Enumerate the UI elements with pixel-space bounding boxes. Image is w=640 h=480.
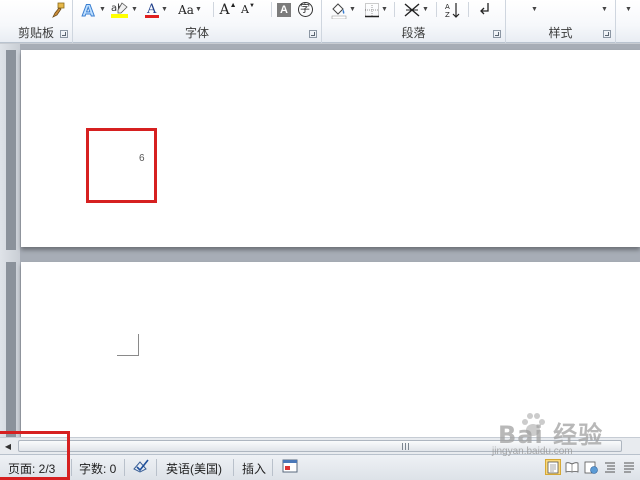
styles-more-dropdown[interactable]: ▼: [598, 0, 610, 19]
styles-group-label: 样式: [548, 26, 573, 40]
styles-dialog-launcher[interactable]: [603, 30, 611, 38]
proofing-status[interactable]: [132, 458, 150, 477]
borders-button[interactable]: ▼: [362, 0, 390, 19]
shrink-font-icon: A: [241, 3, 249, 16]
sort-icon: A Z: [445, 2, 460, 19]
text-effects-button[interactable]: A ▼: [79, 0, 107, 19]
toolbar-separator: [271, 2, 272, 17]
toolbar-separator: [468, 2, 469, 17]
page-number-highlight-box: [86, 128, 157, 203]
ribbon: 剪贴板 A ▼ ab ▼ A ▼ Aa ▼ A ▲ A ▼ A 字 字体 ▼ ▼…: [0, 0, 640, 43]
clear-formatting-icon: A: [277, 2, 291, 17]
chevron-down-icon: ▼: [381, 6, 388, 13]
paragraph-dialog-launcher[interactable]: [493, 30, 501, 38]
macro-record-icon: [282, 459, 298, 473]
page-indicator-highlight-box: [0, 431, 70, 480]
chevron-down-icon: ▼: [531, 6, 538, 13]
highlight-button[interactable]: ab ▼: [109, 0, 139, 19]
editing-dropdown[interactable]: ▼: [622, 0, 634, 19]
shading-icon: [331, 2, 347, 19]
font-group: A ▼ ab ▼ A ▼ Aa ▼ A ▲ A ▼ A 字 字体: [73, 0, 322, 43]
change-case-icon: Aa: [178, 2, 194, 17]
macro-record-button[interactable]: [282, 459, 298, 476]
chevron-down-icon: ▼: [422, 6, 429, 13]
print-layout-icon: [547, 461, 559, 473]
editing-group: ▼: [616, 0, 640, 43]
font-group-label: 字体: [184, 26, 209, 40]
styles-gallery-dropdown[interactable]: ▼: [528, 0, 540, 19]
clipboard-group: 剪贴板: [0, 0, 73, 43]
chevron-down-icon: ▼: [99, 6, 106, 13]
watermark-main-text: Bai 经验: [498, 421, 604, 449]
grip-icon: [402, 443, 410, 450]
clear-formatting-button[interactable]: A: [276, 0, 292, 19]
show-marks-icon: [480, 2, 489, 14]
paragraph-group-label: 段落: [401, 26, 426, 40]
grow-font-icon: A: [219, 1, 230, 18]
document-area[interactable]: 6: [0, 44, 640, 437]
paragraph-group: ▼ ▼ ▼ A Z 段落: [322, 0, 506, 43]
phonetic-guide-button[interactable]: 字: [296, 0, 314, 19]
grow-font-button[interactable]: A ▲: [219, 0, 237, 19]
phonetic-guide-icon: 字: [297, 2, 313, 17]
language-indicator[interactable]: 英语(美国): [166, 460, 222, 477]
toolbar-separator: [436, 2, 437, 17]
chevron-down-icon: ▼: [625, 6, 632, 13]
borders-icon: [365, 2, 380, 17]
shrink-font-button[interactable]: A ▼: [239, 0, 257, 19]
font-color-button[interactable]: A ▼: [143, 0, 169, 19]
highlight-icon: ab: [111, 1, 129, 18]
styles-group: ▼ ▼ 样式: [506, 0, 616, 43]
font-dialog-launcher[interactable]: [309, 30, 317, 38]
shading-button[interactable]: ▼: [328, 0, 358, 19]
change-case-button[interactable]: Aa ▼: [173, 0, 207, 19]
chinese-layout-icon: [404, 2, 420, 17]
web-layout-icon: [584, 461, 598, 474]
svg-text:A: A: [146, 2, 157, 17]
format-painter-button[interactable]: [48, 0, 68, 19]
vertical-ruler[interactable]: [0, 44, 20, 437]
svg-text:A: A: [445, 3, 450, 11]
watermark-url-text: jingyan.baidu.com: [492, 446, 573, 457]
draft-icon: [624, 462, 634, 473]
sort-button[interactable]: A Z: [442, 0, 464, 19]
chinese-layout-button[interactable]: ▼: [400, 0, 432, 19]
show-marks-button[interactable]: [474, 0, 496, 19]
outline-icon: [605, 462, 615, 473]
text-effects-icon: A: [82, 1, 96, 19]
toolbar-separator: [394, 2, 395, 17]
toolbar-separator: [213, 2, 214, 17]
svg-text:A: A: [82, 1, 95, 19]
chevron-down-icon: ▼: [601, 6, 608, 13]
clipboard-dialog-launcher[interactable]: [60, 30, 68, 38]
chevron-down-icon: ▼: [349, 6, 356, 13]
insert-mode-indicator[interactable]: 插入: [242, 460, 266, 477]
chevron-down-icon: ▼: [194, 6, 202, 13]
chevron-down-icon: ▼: [131, 6, 138, 13]
format-painter-icon: [52, 2, 65, 18]
font-color-icon: A: [145, 2, 160, 18]
baidu-jingyan-watermark: Bai 经验 jingyan.baidu.com: [478, 410, 628, 462]
word-count[interactable]: 字数: 0: [79, 460, 116, 477]
text-boundary-corner: [117, 334, 139, 356]
proofing-check-icon: [133, 459, 149, 473]
chevron-down-icon: ▼: [161, 6, 168, 13]
svg-text:Z: Z: [445, 11, 450, 19]
reading-view-icon: [565, 462, 579, 473]
